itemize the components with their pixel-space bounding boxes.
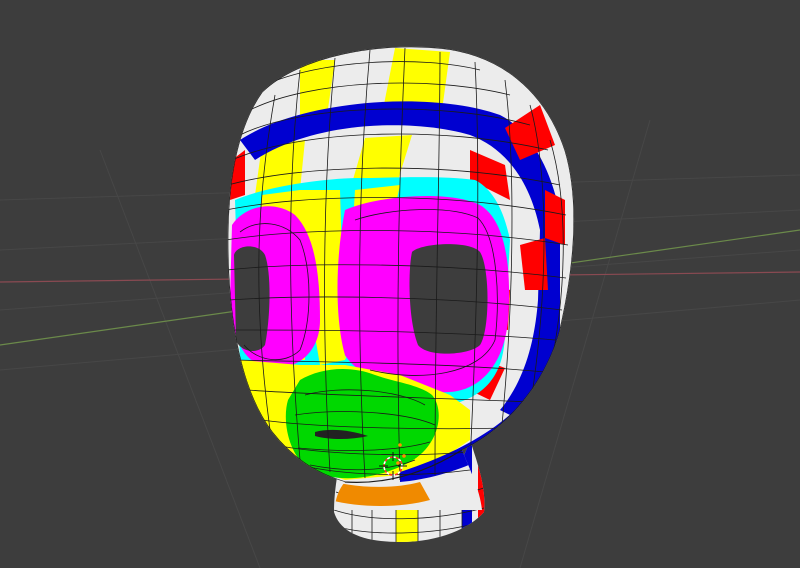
viewport-canvas[interactable]	[0, 0, 800, 568]
head-mesh[interactable]	[200, 30, 600, 510]
3d-viewport[interactable]	[0, 0, 800, 568]
